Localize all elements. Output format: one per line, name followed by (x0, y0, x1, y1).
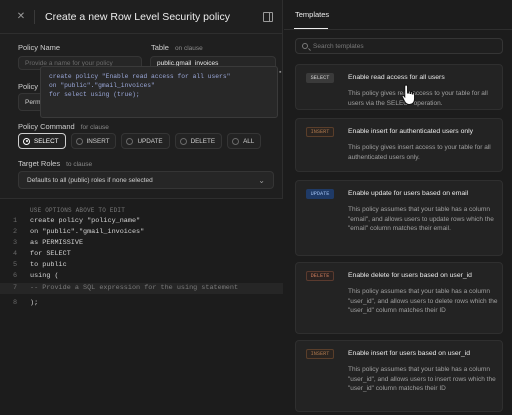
tooltip-line: for select using (true); (49, 91, 140, 98)
template-title: Enable insert for authenticated users on… (348, 128, 474, 135)
command-label: ALL (243, 137, 255, 145)
radio-icon (232, 137, 240, 145)
tooltip-line: on "public"."gmail_invoices" (49, 82, 155, 89)
line-number: 3 (12, 239, 18, 247)
code-text: -- Provide a SQL expression for the usin… (30, 284, 239, 292)
update-badge: UPDATE (306, 189, 334, 199)
radio-icon (179, 137, 187, 145)
template-title: Enable update for users based on email (348, 190, 469, 197)
divider (34, 9, 35, 24)
line-number: 6 (12, 272, 18, 280)
template-title: Enable insert for users based on user_id (348, 350, 471, 357)
template-preview-tooltip: create policy "Enable read access for al… (40, 66, 278, 118)
radio-icon (75, 137, 83, 145)
template-description: This policy assumes that your table has … (348, 288, 498, 314)
command-select[interactable]: SELECT (18, 133, 66, 149)
policy-behavior-value: Perm (25, 98, 41, 106)
line-number: 2 (12, 228, 18, 236)
template-description: This policy gives insert access to your … (348, 144, 491, 161)
policy-command-text: Policy Command (18, 122, 75, 131)
sql-editor[interactable]: USE OPTIONS ABOVE TO EDIT 1 create policy… (0, 198, 283, 415)
policy-name-label: Policy Name (18, 43, 61, 52)
panel-title: Create a new Row Level Security policy (45, 10, 231, 23)
command-options: SELECT INSERT UPDATE DELETE ALL (18, 133, 262, 149)
active-tab-indicator (294, 28, 328, 29)
command-label: SELECT (34, 137, 59, 145)
line-number: 4 (12, 250, 18, 258)
code-text: USE OPTIONS ABOVE TO EDIT (30, 207, 126, 214)
template-title: Enable read access for all users (348, 74, 445, 81)
template-card-insert-user-id[interactable]: INSERT Enable insert for users based on … (295, 340, 503, 412)
code-line: 2 on "public"."gmail_invoices" (0, 227, 283, 238)
target-roles-sublabel: to clause (66, 161, 93, 168)
table-sublabel: on clause (174, 45, 203, 52)
panel-header: ✕ Create a new Row Level Security policy (0, 0, 283, 34)
code-text: as PERMISSIVE (30, 239, 84, 247)
template-card-update[interactable]: UPDATE Enable update for users based on … (295, 180, 503, 256)
template-card-select[interactable]: SELECT Enable read access for all users … (295, 64, 503, 110)
line-number: 1 (12, 217, 18, 225)
template-card-insert[interactable]: INSERT Enable insert for authenticated u… (295, 118, 503, 172)
code-line: USE OPTIONS ABOVE TO EDIT (0, 205, 283, 216)
line-number (0, 205, 30, 216)
command-update[interactable]: UPDATE (121, 133, 170, 149)
policy-editor-panel: ✕ Create a new Row Level Security policy… (0, 0, 283, 415)
code-line-active: 7 -- Provide a SQL expression for the usi… (0, 283, 283, 294)
target-roles-value: Defaults to all (public) roles if none s… (27, 176, 153, 184)
command-label: DELETE (190, 137, 216, 145)
line-number: 5 (12, 261, 18, 269)
command-delete[interactable]: DELETE (174, 133, 223, 149)
policy-command-label: Policy Command for clause (18, 122, 109, 131)
code-text: using ( (30, 272, 59, 280)
table-label-text: Table (151, 43, 169, 52)
code-text: for SELECT (30, 250, 71, 258)
command-insert[interactable]: INSERT (70, 133, 117, 149)
delete-badge: DELETE (306, 271, 334, 281)
template-description: This policy gives read access to your ta… (348, 90, 488, 107)
template-description: This policy assumes that your table has … (348, 366, 496, 392)
toggle-panel-icon[interactable] (263, 12, 273, 22)
line-number: 7 (12, 284, 18, 292)
search-icon (302, 43, 308, 49)
target-roles-text: Target Roles (18, 159, 61, 168)
insert-badge: INSERT (306, 349, 334, 359)
hand-cursor-icon (401, 84, 415, 105)
code-line: 4 for SELECT (0, 249, 283, 260)
template-title: Enable delete for users based on user_id (348, 272, 472, 279)
tab-bar: Templates (284, 0, 512, 30)
search-placeholder: Search templates (313, 42, 364, 50)
target-roles-select[interactable]: Defaults to all (public) roles if none s… (18, 171, 274, 189)
insert-badge: INSERT (306, 127, 334, 137)
table-label: Table on clause (151, 43, 203, 52)
template-description: This policy assumes that your table has … (348, 206, 494, 232)
code-text: create policy "policy_name" (30, 217, 141, 225)
line-number: 8 (12, 299, 18, 307)
command-label: INSERT (86, 137, 110, 145)
code-text: to public (30, 261, 67, 269)
radio-icon (23, 137, 30, 145)
code-line: 3 as PERMISSIVE (0, 238, 283, 249)
code-line: 1 create policy "policy_name" (0, 216, 283, 227)
search-input[interactable]: Search templates (295, 38, 503, 54)
template-card-delete[interactable]: DELETE Enable delete for users based on … (295, 262, 503, 334)
target-roles-label: Target Roles to clause (18, 159, 92, 168)
select-badge: SELECT (306, 73, 334, 83)
close-icon[interactable]: ✕ (16, 11, 26, 22)
radio-icon (126, 137, 134, 145)
tab-templates[interactable]: Templates (295, 10, 329, 19)
code-line: 8); (0, 298, 283, 309)
code-line: 6 using ( (0, 271, 283, 282)
code-text: ); (30, 299, 39, 307)
policy-command-sublabel: for clause (80, 124, 109, 131)
command-label: UPDATE (137, 137, 163, 145)
chevron-down-icon: ⌄ (258, 176, 265, 185)
code-text: on "public"."gmail_invoices" (30, 228, 145, 236)
command-all[interactable]: ALL (227, 133, 262, 149)
tooltip-line: create policy "Enable read access for al… (49, 73, 231, 80)
code-line: 5 to public (0, 260, 283, 271)
templates-panel: Templates Search templates SELECT Enable… (284, 0, 512, 415)
